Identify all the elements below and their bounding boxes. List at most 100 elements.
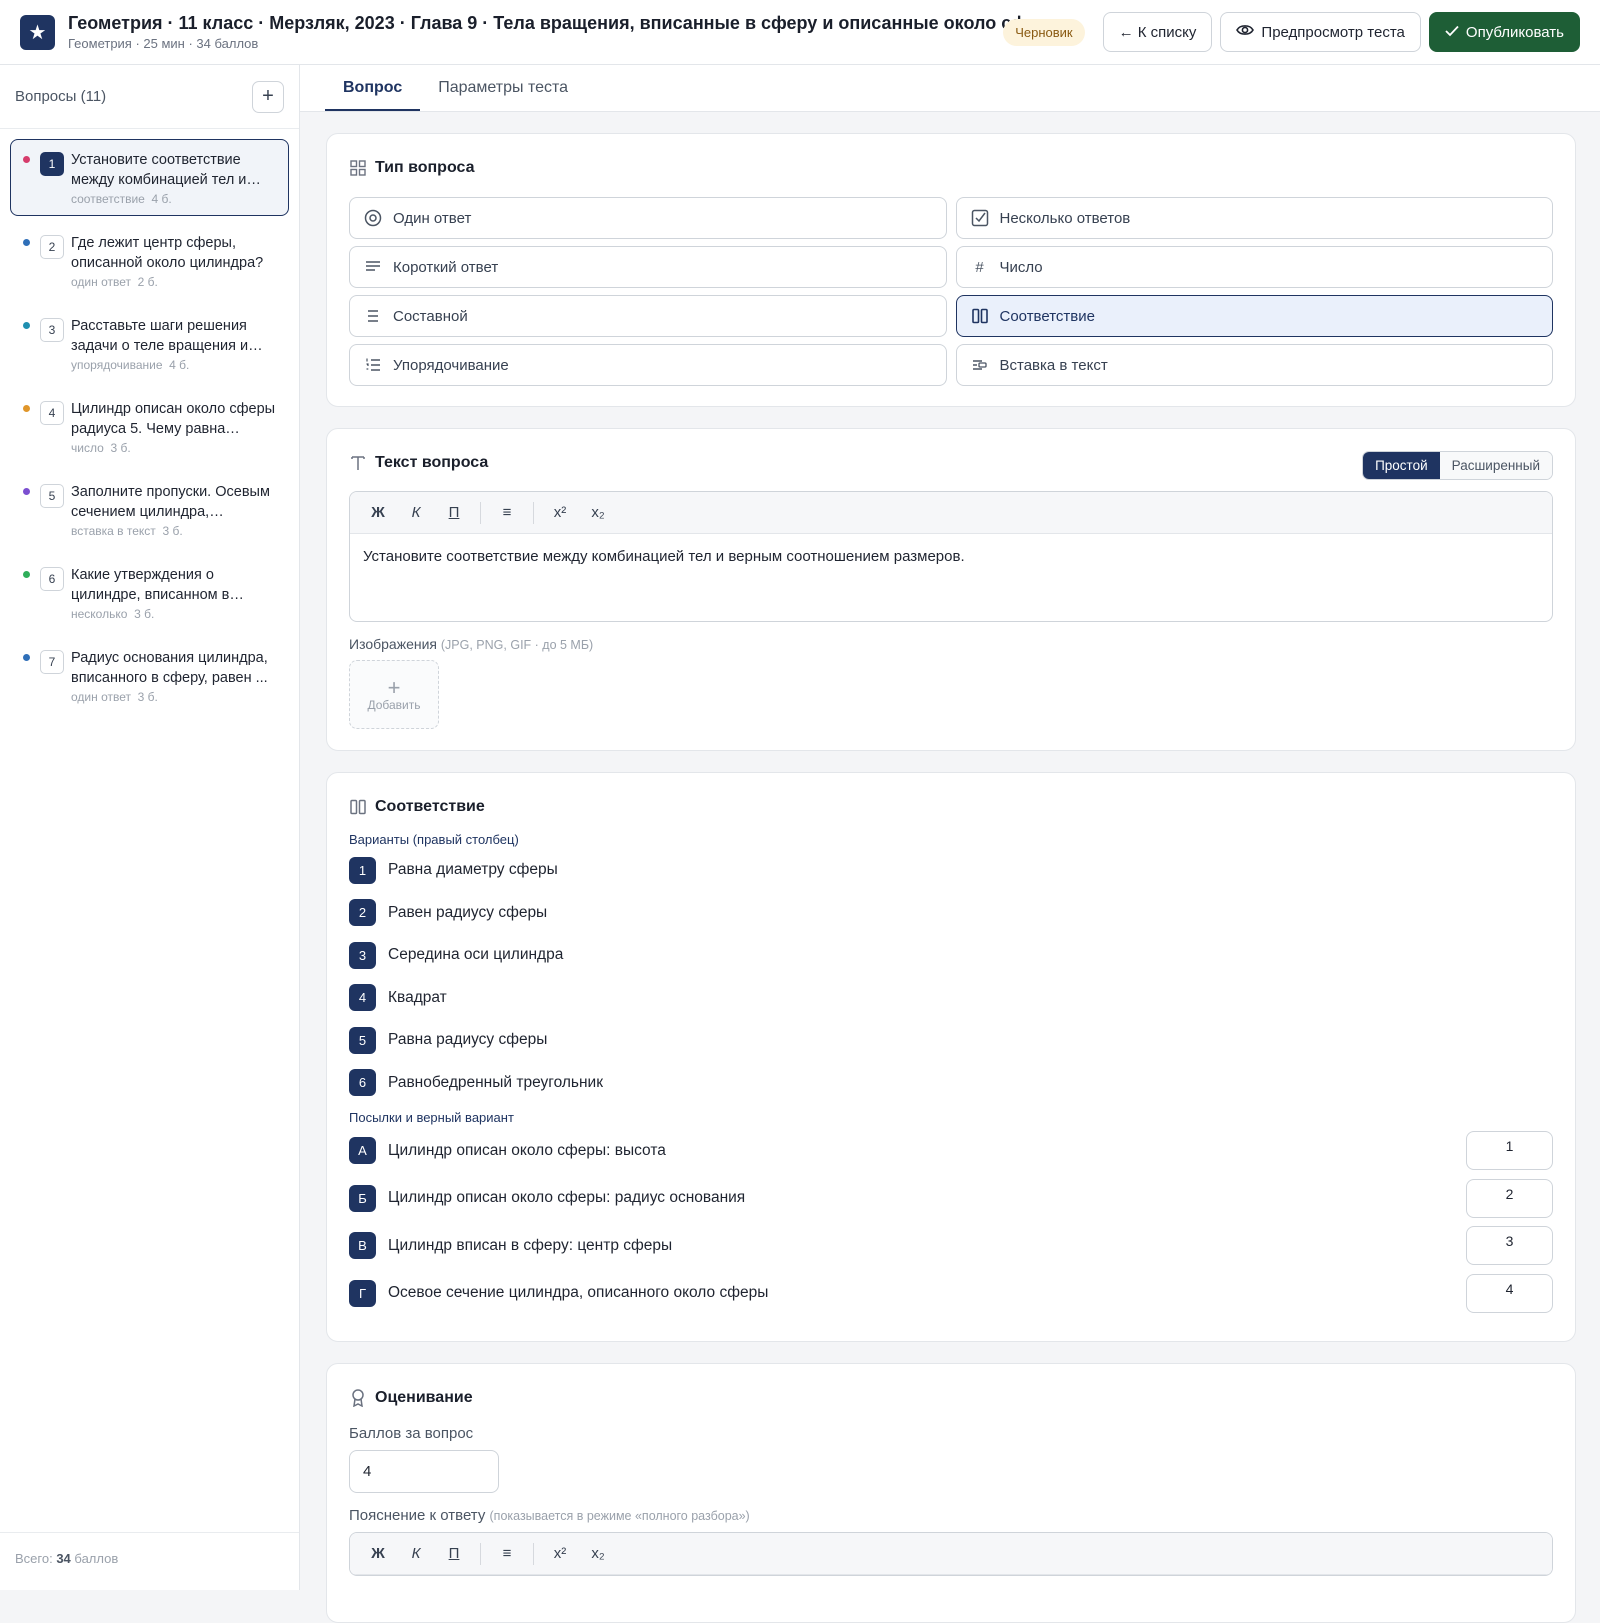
questions-list: 1 Установите соответствие между комбинац… bbox=[0, 129, 299, 730]
color-dot bbox=[23, 654, 30, 661]
option-row: 1 Равна диаметру сферы bbox=[349, 849, 1553, 892]
option-number: 3 bbox=[349, 941, 376, 969]
italic-button[interactable]: К bbox=[398, 498, 434, 528]
grading-card: Оценивание Баллов за вопрос 4 Пояснение … bbox=[326, 1363, 1576, 1623]
option-row: 4 Квадрат bbox=[349, 977, 1553, 1020]
type-compound[interactable]: Составной bbox=[349, 295, 947, 337]
underline-button[interactable]: П bbox=[436, 1539, 472, 1569]
superscript-button[interactable]: x² bbox=[542, 1539, 578, 1569]
type-matching[interactable]: Соответствие bbox=[955, 295, 1553, 337]
question-type-card: Тип вопроса Один ответ Несколько ответов… bbox=[326, 133, 1576, 407]
underline-button[interactable]: П bbox=[436, 498, 472, 528]
type-ordering[interactable]: Упорядочивание bbox=[349, 344, 947, 386]
question-meta: соответствие 4 б. bbox=[71, 192, 172, 206]
question-text-input[interactable]: Установите соответствие между комбинацие… bbox=[350, 534, 1552, 621]
back-to-list-button[interactable]: ← К списку bbox=[1102, 12, 1213, 52]
radio-icon bbox=[364, 209, 382, 227]
question-number: 6 bbox=[40, 567, 64, 591]
matching-card: Соответствие Варианты (правый столбец) 1… bbox=[326, 772, 1576, 1342]
premise-text: Цилиндр описан около сферы: радиус основ… bbox=[388, 1189, 746, 1207]
list-button[interactable]: ≡ bbox=[489, 498, 525, 528]
images-label: Изображения (JPG, PNG, GIF · до 5 МБ) bbox=[349, 636, 594, 652]
hash-icon: # bbox=[975, 258, 984, 276]
question-item[interactable]: 2 Где лежит центр сферы, описанной около… bbox=[10, 222, 289, 299]
question-item[interactable]: 3 Расставьте шаги решения задачи о теле … bbox=[10, 305, 289, 382]
add-image-button[interactable]: + Добавить bbox=[349, 660, 439, 729]
type-multiple-answers[interactable]: Несколько ответов bbox=[955, 197, 1553, 239]
superscript-button[interactable]: x² bbox=[542, 498, 578, 528]
premises-label: Посылки и верный вариант bbox=[349, 1110, 514, 1125]
premise-text: Цилиндр вписан в сферу: центр сферы bbox=[388, 1236, 673, 1254]
color-dot bbox=[23, 488, 30, 495]
option-row: 2 Равен радиусу сферы bbox=[349, 892, 1553, 935]
page-title: Геометрия · 11 класс · Мерзляк, 2023 · Г… bbox=[68, 13, 1064, 33]
question-meta: несколько 3 б. bbox=[71, 607, 155, 621]
question-item[interactable]: 6 Какие утверждения о цилиндре, вписанно… bbox=[10, 554, 289, 631]
subscript-button[interactable]: x₂ bbox=[580, 1539, 616, 1569]
editor-toolbar: Ж К П ≡ x² x₂ bbox=[350, 1533, 1552, 1575]
question-meta: упорядочивание 4 б. bbox=[71, 358, 190, 372]
questions-count: Вопросы (11) bbox=[15, 88, 107, 105]
question-item[interactable]: 5 Заполните пропуски. Осевым сечением ци… bbox=[10, 471, 289, 548]
add-image-label: Добавить bbox=[367, 697, 421, 712]
question-item[interactable]: 1 Установите соответствие между комбинац… bbox=[10, 139, 289, 216]
publish-button[interactable]: Опубликовать bbox=[1428, 12, 1580, 52]
list-button[interactable]: ≡ bbox=[489, 1539, 525, 1569]
answer-select[interactable]: 4 bbox=[1466, 1273, 1553, 1313]
option-text: Равнобедренный треугольник bbox=[388, 1073, 603, 1091]
tab-question[interactable]: Вопрос bbox=[325, 65, 421, 111]
add-question-button[interactable]: + bbox=[252, 80, 284, 113]
question-text: Расставьте шаги решения задачи о теле вр… bbox=[71, 318, 249, 354]
question-number: 3 bbox=[40, 318, 64, 342]
question-item[interactable]: 4 Цилиндр описан около сферы радиуса 5. … bbox=[10, 388, 289, 465]
option-text: Равна радиусу сферы bbox=[388, 1031, 548, 1049]
subscript-button[interactable]: x₂ bbox=[580, 498, 616, 528]
mode-simple-button[interactable]: Простой bbox=[1363, 452, 1440, 479]
toolbar-divider bbox=[480, 501, 481, 524]
option-row: 3 Середина оси цилиндра bbox=[349, 934, 1553, 977]
preview-test-button[interactable]: Предпросмотр теста bbox=[1220, 12, 1421, 52]
premise-letter: В bbox=[349, 1232, 376, 1260]
text-type-icon bbox=[349, 455, 366, 472]
option-text: Квадрат bbox=[388, 988, 447, 1006]
eye-icon bbox=[1236, 23, 1255, 41]
options-list: 1 Равна диаметру сферы 2 Равен радиусу сфе… bbox=[349, 849, 1553, 1104]
color-dot bbox=[23, 322, 30, 329]
toolbar-divider bbox=[480, 1542, 481, 1565]
question-meta: вставка в текст 3 б. bbox=[71, 524, 183, 538]
type-insert-text[interactable]: Вставка в текст bbox=[955, 344, 1553, 386]
questions-sidebar: Вопросы (11) + 1 Установите соответствие… bbox=[0, 65, 300, 1590]
question-number: 1 bbox=[40, 152, 64, 176]
mode-advanced-button[interactable]: Расширенный bbox=[1439, 452, 1552, 479]
question-item[interactable]: 7 Радиус основания цилиндра, вписанного … bbox=[10, 637, 289, 714]
question-number: 4 bbox=[40, 401, 64, 425]
answer-select[interactable]: 1 bbox=[1466, 1131, 1553, 1171]
type-single-answer[interactable]: Один ответ bbox=[349, 197, 947, 239]
lines-icon bbox=[364, 258, 382, 276]
type-number[interactable]: # Число bbox=[955, 246, 1553, 288]
answer-select[interactable]: 3 bbox=[1466, 1226, 1553, 1266]
card-title: Соответствие bbox=[349, 795, 1553, 819]
checkbox-icon bbox=[971, 209, 989, 227]
question-text-card: Текст вопроса Простой Расширенный Ж К П … bbox=[326, 428, 1576, 751]
type-short-answer[interactable]: Короткий ответ bbox=[349, 246, 947, 288]
option-text: Равен радиусу сферы bbox=[388, 903, 548, 921]
premises-list: А Цилиндр описан около сферы: высота 1 Б Ци… bbox=[349, 1127, 1553, 1317]
bold-button[interactable]: Ж bbox=[360, 498, 396, 528]
option-text: Равна диаметру сферы bbox=[388, 861, 558, 879]
title-block: Геометрия · 11 класс · Мерзляк, 2023 · Г… bbox=[68, 13, 1064, 51]
bold-button[interactable]: Ж bbox=[360, 1539, 396, 1569]
italic-button[interactable]: К bbox=[398, 1539, 434, 1569]
question-number: 5 bbox=[40, 484, 64, 508]
color-dot bbox=[23, 239, 30, 246]
publish-label: Опубликовать bbox=[1465, 23, 1564, 41]
tab-test-settings[interactable]: Параметры теста bbox=[420, 65, 586, 111]
answer-select[interactable]: 2 bbox=[1466, 1178, 1553, 1218]
question-text: Установите соответствие между комбинацие… bbox=[71, 152, 247, 188]
check-icon bbox=[1445, 24, 1459, 41]
app-header: ★ Геометрия · 11 класс · Мерзляк, 2023 ·… bbox=[0, 0, 1600, 65]
points-input[interactable]: 4 bbox=[349, 1450, 499, 1493]
toolbar-divider bbox=[533, 1542, 534, 1565]
color-dot bbox=[23, 571, 30, 578]
main-panel: Вопрос Параметры теста Тип вопроса Один … bbox=[300, 65, 1600, 1623]
